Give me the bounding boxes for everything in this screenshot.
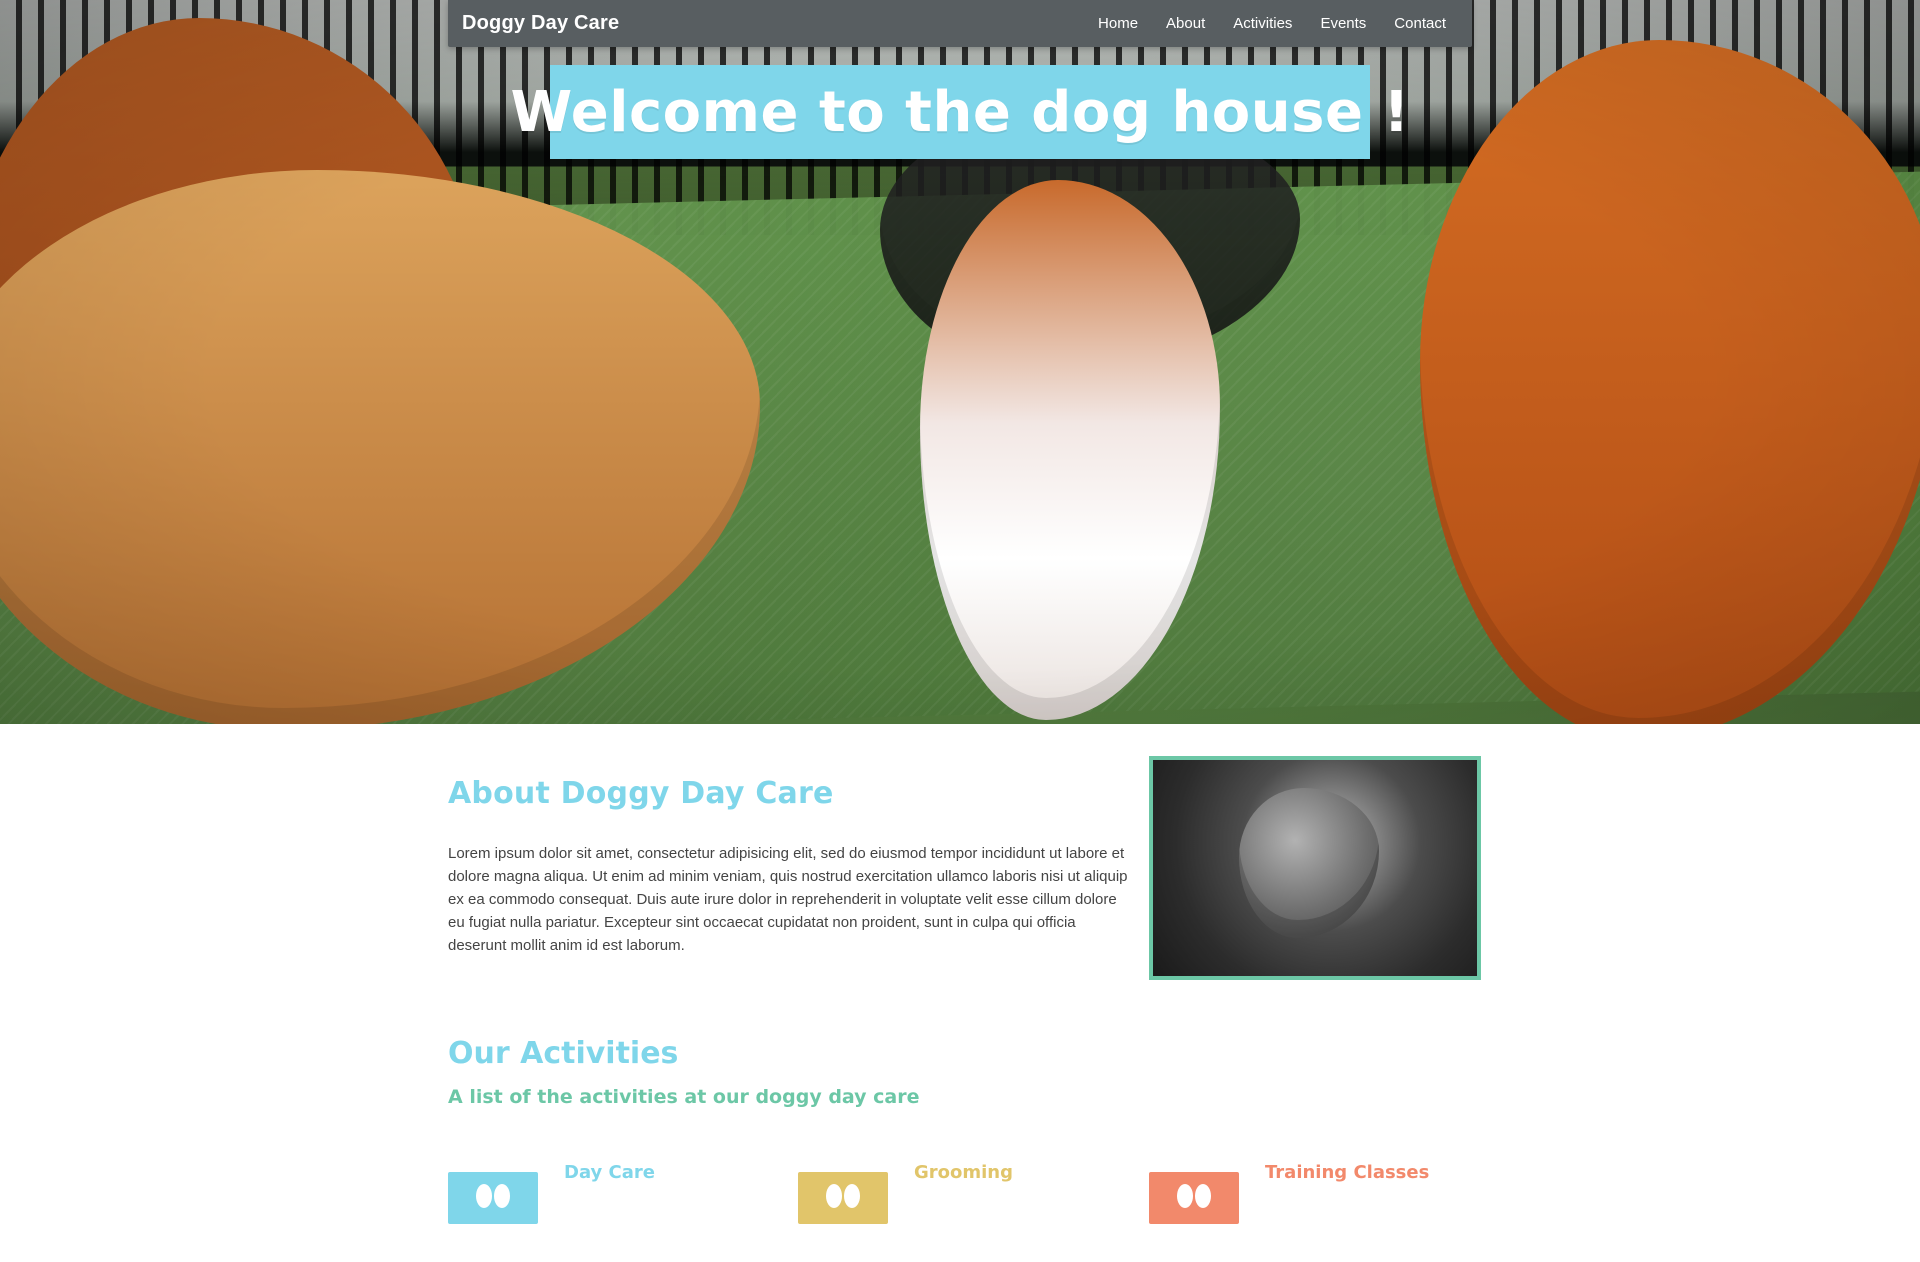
nav-link-contact[interactable]: Contact: [1394, 15, 1446, 32]
nav-link-home[interactable]: Home: [1098, 15, 1138, 32]
activities-title: Our Activities: [448, 1036, 679, 1071]
top-nav-bar: Doggy Day Care Home About Activities Eve…: [448, 0, 1472, 47]
activity-icon-box: [448, 1172, 538, 1224]
main-content: About Doggy Day Care Lorem ipsum dolor s…: [0, 724, 1920, 1224]
activity-card-grooming[interactable]: Grooming: [798, 1162, 1118, 1262]
paw-icon: [476, 1184, 510, 1208]
dog-silhouette-right: [1420, 40, 1920, 724]
nav-link-events[interactable]: Events: [1320, 15, 1366, 32]
hero-title: Welcome to the dog house !: [510, 79, 1410, 145]
activity-title: Day Care: [564, 1162, 655, 1183]
nav-link-activities[interactable]: Activities: [1233, 15, 1292, 32]
activities-cards: Day Care Grooming Training Classes: [448, 1162, 1472, 1262]
activity-icon-box: [1149, 1172, 1239, 1224]
activity-card-day-care[interactable]: Day Care: [448, 1162, 768, 1262]
paw-icon: [826, 1184, 860, 1208]
activity-title: Training Classes: [1265, 1162, 1430, 1183]
activity-icon-box: [798, 1172, 888, 1224]
hero-banner: Doggy Day Care Home About Activities Eve…: [0, 0, 1920, 724]
about-title: About Doggy Day Care: [448, 776, 834, 811]
activity-card-training-classes[interactable]: Training Classes: [1149, 1162, 1469, 1262]
activities-subtitle: A list of the activities at our doggy da…: [448, 1086, 920, 1108]
about-photo: [1149, 756, 1481, 980]
nav-links: Home About Activities Events Contact: [1098, 0, 1446, 47]
paw-icon: [1177, 1184, 1211, 1208]
about-text: Lorem ipsum dolor sit amet, consectetur …: [448, 845, 1128, 954]
hero-title-banner: Welcome to the dog house !: [511, 65, 1409, 159]
activity-title: Grooming: [914, 1162, 1014, 1183]
site-brand[interactable]: Doggy Day Care: [462, 12, 619, 35]
nav-link-about[interactable]: About: [1166, 15, 1205, 32]
